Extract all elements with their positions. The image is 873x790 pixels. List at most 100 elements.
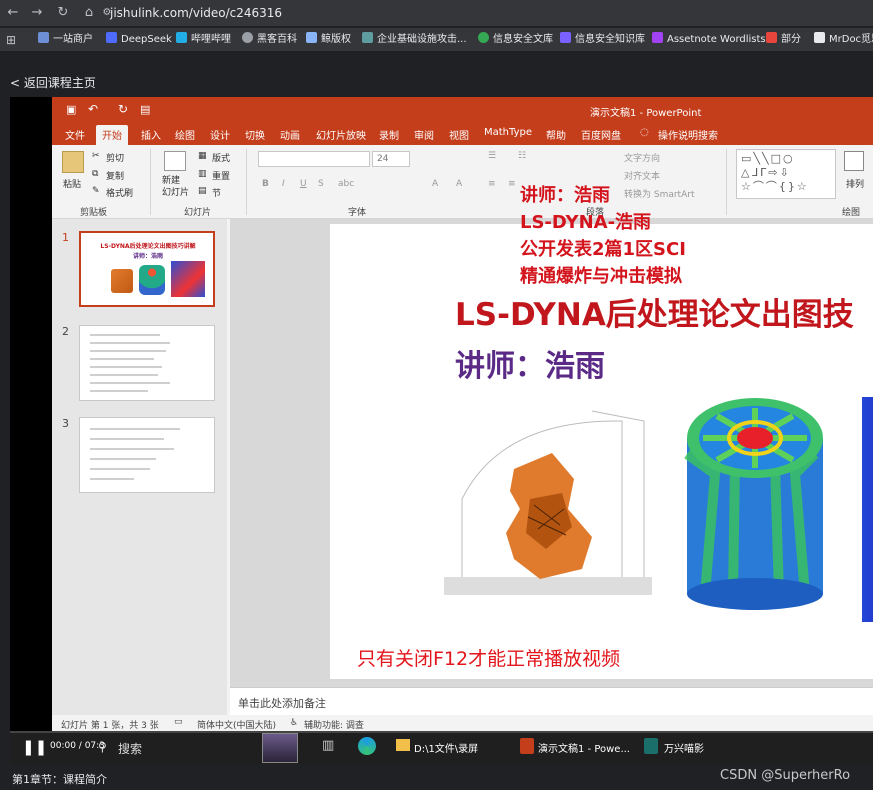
forward-arrow-icon[interactable]: → [28, 4, 46, 22]
undo-icon[interactable]: ↶ [88, 102, 98, 116]
slide-thumbnail-2[interactable] [79, 325, 215, 401]
spellcheck-icon[interactable]: ▭ [174, 717, 183, 727]
tab-record[interactable]: 录制 [379, 127, 399, 142]
font-name-input[interactable] [258, 151, 370, 167]
ribbon-divider [246, 149, 247, 215]
bookmark-item[interactable]: 部分 [766, 32, 801, 48]
notes-pane[interactable]: 单击此处添加备注 [230, 687, 873, 715]
bookmark-item[interactable]: Assetnote Wordlists [652, 32, 766, 48]
slide-subtitle[interactable]: 讲师：浩雨 [455, 341, 605, 385]
tab-animations[interactable]: 动画 [280, 127, 300, 142]
bookmark-item[interactable]: 信息安全文库 [478, 32, 553, 48]
address-bar[interactable]: jishulink.com/video/c246316 [110, 4, 282, 22]
tab-baidu[interactable]: 百度网盘 [581, 127, 621, 142]
char-spacing-button[interactable]: abc [338, 179, 354, 189]
strikethrough-button[interactable]: S [318, 179, 324, 189]
tab-insert[interactable]: 插入 [141, 127, 161, 142]
task-view-icon[interactable]: ▥ [322, 738, 334, 753]
bookmark-item[interactable]: 鲸版权 [306, 32, 351, 48]
align-text-button[interactable]: 对齐文本 [624, 169, 660, 182]
bold-button[interactable]: B [262, 179, 269, 189]
slide-image-cylinder-model[interactable] [675, 394, 835, 614]
paste-button[interactable]: 粘贴 [63, 177, 81, 190]
slide-footer-note[interactable]: 只有关闭F12才能正常播放视频 [357, 644, 620, 671]
bookmark-item[interactable]: 一站商户 [38, 32, 93, 48]
slide-title[interactable]: LS-DYNA后处理论文出图技 [455, 289, 854, 334]
format-painter-button[interactable]: 格式刷 [106, 186, 133, 199]
arrange-icon[interactable] [844, 151, 864, 171]
save-icon[interactable]: ▣ [66, 103, 76, 116]
clipboard-group-label: 剪贴板 [80, 208, 108, 218]
back-arrow-icon[interactable]: ← [4, 4, 22, 22]
pause-icon[interactable]: ❚❚ [22, 739, 47, 755]
tell-me-search[interactable]: 操作说明搜索 [658, 127, 718, 142]
tab-help[interactable]: 帮助 [546, 127, 566, 142]
section-button[interactable]: 节 [212, 186, 221, 199]
copy-icon[interactable]: ⧉ [92, 169, 98, 179]
video-progress-bar[interactable] [10, 731, 873, 733]
bookmark-item[interactable]: MrDoc觅思 [814, 32, 873, 48]
accessibility-status[interactable]: 辅助功能: 调查 [304, 718, 364, 731]
numbering-icon[interactable]: ☷ [518, 151, 526, 161]
taskbar-explorer[interactable]: D:\1文件\录屏 [414, 740, 478, 755]
redo-icon[interactable]: ↻ [118, 102, 128, 116]
layout-icon[interactable]: ▦ [198, 151, 207, 161]
taskbar-filmora[interactable]: 万兴喵影 [664, 740, 704, 755]
bookmark-item[interactable]: DeepSeek [106, 32, 172, 48]
tab-transitions[interactable]: 切换 [245, 127, 265, 142]
language-status[interactable]: 简体中文(中国大陆) [197, 718, 276, 731]
arrange-button[interactable]: 排列 [846, 177, 864, 190]
present-icon[interactable]: ▤ [140, 103, 150, 116]
shapes-gallery[interactable]: ▭╲╲□○ △ᒧᒥ⇨⇩ ☆⌒⌒{}☆ [736, 149, 836, 199]
back-to-course-link[interactable]: < 返回课程主页 [10, 74, 96, 91]
accessibility-icon: ♿ [290, 718, 299, 728]
reset-button[interactable]: 重置 [212, 169, 230, 182]
tab-design[interactable]: 设计 [210, 127, 230, 142]
section-icon[interactable]: ▤ [198, 186, 207, 196]
cut-button[interactable]: 剪切 [106, 151, 124, 164]
taskbar-app-thumbnail[interactable] [262, 733, 298, 763]
bookmark-item[interactable]: 企业基础设施攻击... [362, 32, 467, 48]
tab-view[interactable]: 视图 [449, 127, 469, 142]
font-size-input[interactable]: 24 [372, 151, 410, 167]
italic-button[interactable]: I [282, 179, 285, 189]
scissors-icon[interactable]: ✂ [92, 151, 100, 161]
tab-review[interactable]: 审阅 [414, 127, 434, 142]
apps-grid-icon[interactable]: ⊞ [6, 33, 16, 47]
font-color-button[interactable]: A [456, 179, 462, 189]
reload-icon[interactable]: ↻ [54, 4, 72, 22]
clipboard-icon[interactable] [62, 151, 84, 173]
new-slide-button[interactable]: 新建 幻灯片 [162, 175, 189, 199]
align-center-icon[interactable]: ≡ [508, 179, 516, 189]
taskbar-powerpoint[interactable]: 演示文稿1 - Powe... [538, 740, 630, 755]
tab-home[interactable]: 开始 [96, 125, 128, 145]
tab-file[interactable]: 文件 [65, 127, 85, 142]
bookmark-item[interactable]: 黑客百科 [242, 32, 297, 48]
copy-button[interactable]: 复制 [106, 169, 124, 182]
align-left-icon[interactable]: ≡ [488, 179, 496, 189]
tab-draw[interactable]: 绘图 [175, 127, 195, 142]
bookmark-item[interactable]: 哔哩哔哩 [176, 32, 231, 48]
tab-mathtype[interactable]: MathType [484, 127, 532, 138]
text-direction-button[interactable]: 文字方向 [624, 151, 660, 164]
current-slide[interactable]: LS-DYNA后处理论文出图技 讲师：浩雨 只有关闭F12才能正常播放视频 [330, 224, 873, 679]
bookmark-item[interactable]: 信息安全知识库 [560, 32, 645, 48]
layout-button[interactable]: 版式 [212, 151, 230, 164]
taskbar-search[interactable]: 搜索 [118, 740, 142, 757]
slide-image-orange-model[interactable] [442, 409, 654, 599]
font-group-label: 字体 [348, 208, 367, 218]
slide-thumbnail-3[interactable] [79, 417, 215, 493]
brush-icon[interactable]: ✎ [92, 186, 100, 196]
tab-slideshow[interactable]: 幻灯片放映 [316, 127, 366, 142]
new-slide-icon[interactable] [164, 151, 186, 171]
font-color-icon[interactable]: A [432, 179, 438, 189]
edge-icon[interactable] [358, 737, 376, 755]
slide-thumbnail-1[interactable]: LS-DYNA后处理论文出图技巧讲解 讲师：浩雨 [79, 231, 215, 307]
slide-image-blue-model[interactable] [862, 397, 873, 622]
underline-button[interactable]: U [300, 179, 307, 189]
slide-editing-area: LS-DYNA后处理论文出图技 讲师：浩雨 只有关闭F12才能正常播放视频 [230, 219, 873, 715]
bullets-icon[interactable]: ☰ [488, 151, 496, 161]
reset-icon[interactable]: ▥ [198, 169, 207, 179]
powerpoint-window: ▣ ↶ ↻ ▤ 演示文稿1 - PowerPoint 文件 开始 插入 绘图 设… [52, 97, 873, 731]
home-icon[interactable]: ⌂ [80, 4, 98, 22]
